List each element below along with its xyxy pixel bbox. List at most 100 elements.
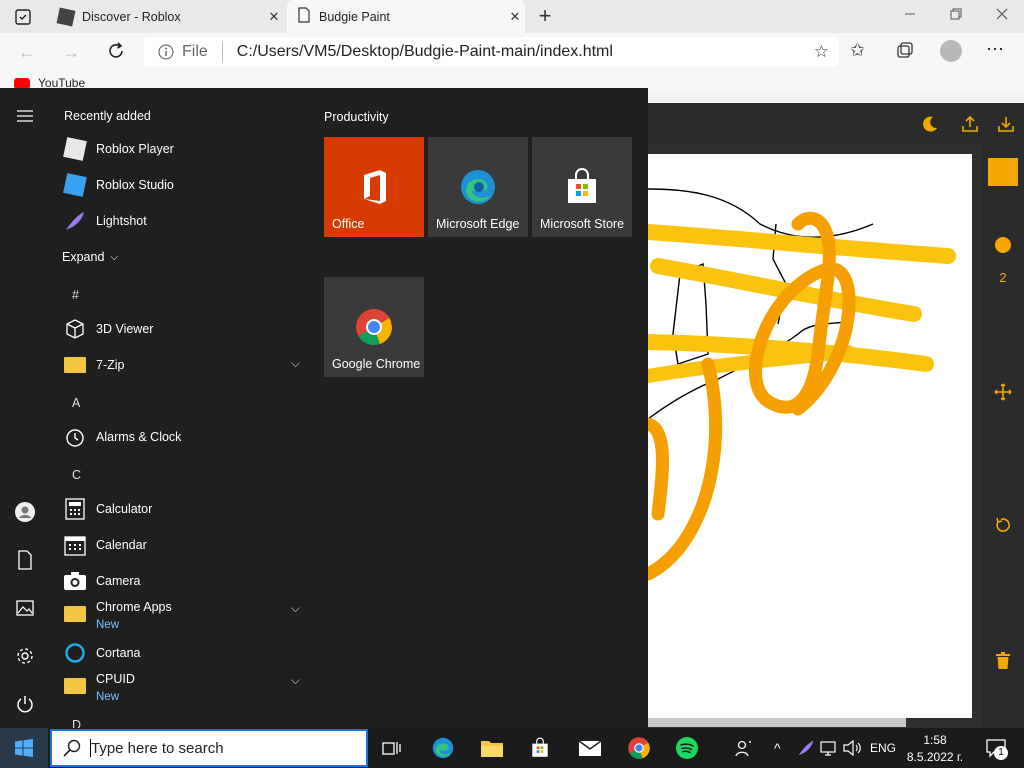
recently-added-heading: Recently added [64,109,151,123]
documents-icon[interactable] [13,548,37,572]
close-tab-icon[interactable]: ✕ [505,9,525,25]
minimize-button[interactable] [902,6,918,22]
group-header-d[interactable]: D [72,718,81,728]
search-icon [62,738,82,758]
more-menu-icon[interactable]: ⋯ [986,39,1004,60]
lightshot-feather-icon [62,208,88,234]
refresh-icon[interactable] [106,41,126,61]
info-icon[interactable] [158,44,174,60]
chevron-down-icon[interactable]: ⌵ [291,601,300,616]
profile-avatar[interactable] [940,40,962,62]
tab-title: Discover - Roblox [82,9,181,24]
color-swatch[interactable] [988,158,1018,186]
dark-mode-icon[interactable] [920,114,940,134]
hamburger-menu-icon[interactable] [13,104,37,128]
taskbar-mail-icon[interactable] [576,734,604,762]
download-icon[interactable] [996,114,1016,134]
app-label: 3D Viewer [96,322,154,336]
expand-button[interactable]: Expand ⌵ [62,242,312,272]
app-camera[interactable]: Camera [62,566,312,596]
app-cpuid[interactable]: CPUID New ⌵ [62,667,312,705]
taskbar-search-box[interactable]: Type here to search [50,729,368,767]
app-3d-viewer[interactable]: 3D Viewer [62,314,312,344]
tab-title: Budgie Paint [319,9,390,24]
start-button[interactable] [0,728,48,768]
add-favorite-icon[interactable]: ☆ [814,42,829,62]
address-url: C:/Users/VM5/Desktop/Budgie-Paint-main/i… [236,43,613,60]
pictures-icon[interactable] [13,596,37,620]
youtube-icon [14,77,30,89]
new-badge: New [96,691,120,703]
task-view-icon[interactable] [378,734,406,762]
tile-office[interactable]: Office [324,137,424,237]
app-label: Roblox Studio [96,178,174,192]
tile-microsoft-store[interactable]: Microsoft Store [532,137,632,237]
close-tab-icon[interactable]: ✕ [264,9,284,25]
move-icon[interactable] [994,383,1012,401]
settings-gear-icon[interactable] [13,644,37,668]
brush-size-dot-icon[interactable] [995,237,1011,253]
app-chrome-apps[interactable]: Chrome Apps New ⌵ [62,595,312,633]
app-label: Lightshot [96,214,147,228]
app-label: Calculator [96,502,153,516]
scheme-label: File [182,43,208,60]
roblox-studio-icon [62,172,88,198]
chevron-down-icon[interactable]: ⌵ [291,673,300,688]
productivity-heading: Productivity [324,110,389,124]
app-calculator[interactable]: Calculator [62,494,312,524]
tray-overflow-chevron-icon[interactable]: ^ [774,728,781,768]
calculator-icon [62,496,88,522]
input-language[interactable]: ENG [870,728,896,768]
taskbar-store-icon[interactable] [526,734,554,762]
app-label: Chrome Apps [96,600,172,614]
tile-microsoft-edge[interactable]: Microsoft Edge [428,137,528,237]
folder-icon [62,352,88,378]
power-icon[interactable] [13,692,37,716]
taskbar-chrome-icon[interactable] [625,734,653,762]
app-calendar[interactable]: Calendar [62,530,312,560]
tile-google-chrome[interactable]: Google Chrome [324,277,424,377]
restore-button[interactable] [948,6,964,22]
search-placeholder: Type here to search [91,739,224,757]
app-lightshot[interactable]: Lightshot [62,206,312,236]
tile-label: Microsoft Edge [436,217,520,231]
chevron-down-icon[interactable]: ⌵ [291,356,300,371]
app-alarms-clock[interactable]: Alarms & Clock [62,422,312,452]
trash-icon[interactable] [995,652,1011,670]
notifications-icon[interactable]: 1 [982,734,1010,762]
upload-icon[interactable] [960,114,980,134]
group-header-a[interactable]: A [72,396,80,410]
forward-icon[interactable]: → [62,42,80,63]
clock[interactable]: 1:58 8.5.2022 г. [906,728,964,768]
tab-actions-icon[interactable] [14,8,32,26]
app-label: CPUID [96,672,135,686]
close-window-button[interactable] [994,6,1010,22]
tab-discover-roblox[interactable]: Discover - Roblox ✕ [48,0,284,33]
taskbar-spotify-icon[interactable] [673,734,701,762]
app-roblox-player[interactable]: Roblox Player [62,134,312,164]
chevron-down-icon: ⌵ [110,251,118,263]
volume-icon[interactable] [838,734,866,762]
rotate-icon[interactable] [995,517,1011,533]
app-cortana[interactable]: Cortana [62,638,312,668]
group-header-c[interactable]: C [72,468,81,482]
tab-budgie-paint[interactable]: Budgie Paint ✕ [287,0,525,33]
taskbar-edge-icon[interactable] [429,734,457,762]
app-7-zip[interactable]: 7-Zip ⌵ [62,350,312,380]
back-icon[interactable]: ← [18,42,36,63]
group-header-hash[interactable]: # [72,288,79,302]
folder-icon [62,673,88,699]
people-icon[interactable] [730,734,758,762]
drawing-canvas[interactable] [648,154,972,718]
address-field[interactable]: File C:/Users/VM5/Desktop/Budgie-Paint-m… [144,37,839,67]
canvas-scrollbar[interactable] [648,718,906,727]
taskbar-file-explorer-icon[interactable] [478,734,506,762]
alarm-clock-icon [62,424,88,450]
new-tab-button[interactable]: + [534,4,556,28]
collections-icon[interactable] [896,42,914,60]
browser-tab-bar: Discover - Roblox ✕ Budgie Paint ✕ + [0,0,1024,33]
user-account-icon[interactable] [13,500,37,524]
favorites-icon[interactable]: ✩ [850,40,865,61]
page-favicon-icon [297,7,311,26]
app-roblox-studio[interactable]: Roblox Studio [62,170,312,200]
